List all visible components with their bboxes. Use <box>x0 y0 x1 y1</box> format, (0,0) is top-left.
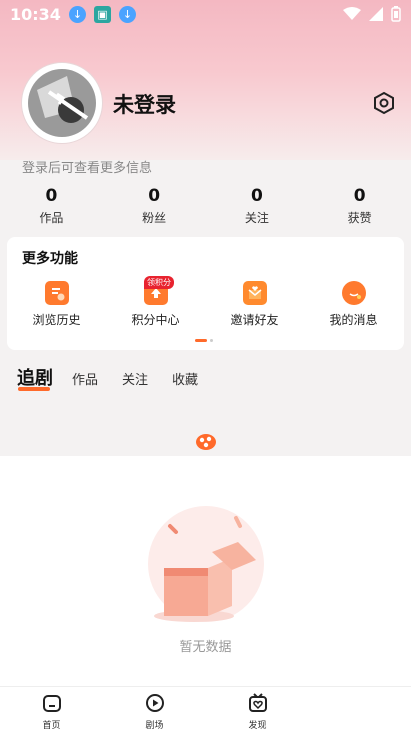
content-area: 暂无数据 <box>0 456 411 686</box>
stat-value: 0 <box>45 186 58 206</box>
bottom-navigation: 首页 剧场 发现 <box>0 686 411 731</box>
empty-box-illustration <box>148 506 264 622</box>
function-points[interactable]: 领积分 积分中心 <box>106 276 205 328</box>
wifi-icon <box>343 7 361 20</box>
tv-heart-icon <box>248 693 267 712</box>
nav-home[interactable]: 首页 <box>0 687 103 731</box>
stat-likes[interactable]: 0 获赞 <box>308 186 411 228</box>
history-icon <box>44 281 69 305</box>
app-icon: ▣ <box>93 5 111 23</box>
page-indicator <box>195 339 213 342</box>
function-row: 浏览历史 领积分 积分中心 邀请好友 我的消息 <box>7 276 404 328</box>
content-tabs: 追剧 作品 关注 收藏 <box>0 364 411 396</box>
tab-works[interactable]: 作品 <box>72 369 98 388</box>
nav-theater[interactable]: 剧场 <box>103 687 206 731</box>
status-time: 10:34 <box>10 4 61 24</box>
nav-label: 发现 <box>248 721 267 731</box>
stat-value: 0 <box>148 186 161 206</box>
stat-label: 关注 <box>244 211 269 225</box>
download-icon: ↓ <box>68 5 86 23</box>
battery-icon <box>391 6 401 22</box>
indicator-inactive <box>210 339 213 342</box>
default-avatar-icon <box>28 69 96 137</box>
stat-following[interactable]: 0 关注 <box>206 186 309 228</box>
points-badge: 领积分 <box>144 276 174 289</box>
stat-works[interactable]: 0 作品 <box>0 186 103 228</box>
more-functions-title: 更多功能 <box>22 251 78 267</box>
login-hint: 登录后可查看更多信息 <box>22 161 153 176</box>
indicator-active <box>195 339 207 342</box>
play-circle-icon <box>145 694 164 712</box>
tab-follow[interactable]: 关注 <box>122 369 148 388</box>
settings-hex-icon[interactable] <box>372 91 396 115</box>
signal-icon <box>369 7 383 21</box>
tab-underline <box>18 387 50 391</box>
function-history[interactable]: 浏览历史 <box>7 277 106 328</box>
function-label: 我的消息 <box>329 313 378 327</box>
function-label: 邀请好友 <box>230 313 279 327</box>
function-label: 浏览历史 <box>32 313 81 327</box>
function-messages[interactable]: 我的消息 <box>304 277 403 328</box>
empty-state-text: 暂无数据 <box>179 640 232 655</box>
message-bubble-icon <box>341 281 366 305</box>
stat-value: 0 <box>353 186 366 206</box>
function-invite[interactable]: 邀请好友 <box>205 277 304 328</box>
download-icon: ↓ <box>118 5 136 23</box>
stat-fans[interactable]: 0 粉丝 <box>103 186 206 228</box>
status-bar: 10:34 ↓ ▣ ↓ <box>0 0 411 28</box>
tab-favorites[interactable]: 收藏 <box>172 369 198 388</box>
stat-value: 0 <box>250 186 263 206</box>
username[interactable]: 未登录 <box>113 89 176 119</box>
stat-label: 获赞 <box>347 211 372 225</box>
nav-label: 首页 <box>42 721 61 731</box>
nav-label: 剧场 <box>145 721 164 731</box>
home-icon <box>42 695 61 712</box>
stat-label: 粉丝 <box>142 211 167 225</box>
invite-envelope-icon <box>242 281 267 305</box>
more-functions-card: 更多功能 浏览历史 领积分 积分中心 邀请好友 我的消息 <box>7 237 404 350</box>
stats-row: 0 作品 0 粉丝 0 关注 0 获赞 <box>0 186 411 228</box>
loading-icon <box>196 434 216 450</box>
stat-label: 作品 <box>39 211 64 225</box>
function-label: 积分中心 <box>131 313 180 327</box>
avatar[interactable] <box>22 63 102 143</box>
nav-discover[interactable]: 发现 <box>206 687 309 731</box>
